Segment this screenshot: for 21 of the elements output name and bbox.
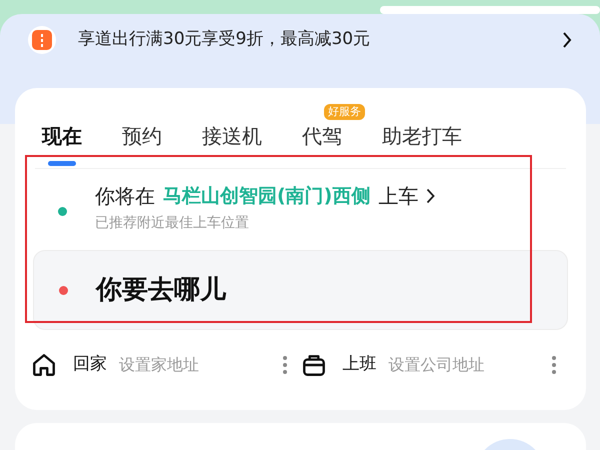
destination-placeholder: 你要去哪儿 (96, 274, 226, 306)
tab[interactable]: 代驾 (302, 122, 342, 150)
pickup-hint: 已推荐附近最佳上车位置 (95, 214, 250, 233)
chevron-right-icon[interactable] (562, 31, 572, 49)
tab-badge: 好服务 (324, 104, 365, 120)
chevron-right-icon[interactable] (426, 188, 436, 204)
more-icon[interactable] (552, 356, 556, 374)
tab[interactable]: 接送机 (202, 122, 262, 150)
tab[interactable]: 预约 (122, 122, 162, 150)
home-icon (31, 352, 57, 378)
shortcut-label[interactable]: 回家 (73, 352, 107, 378)
destination-field[interactable]: 你要去哪儿 (33, 250, 568, 330)
tab[interactable]: 助老打车 (382, 122, 462, 150)
tab[interactable]: 现在 (42, 122, 82, 150)
shortcut-label[interactable]: 上班 (342, 352, 376, 378)
more-icon[interactable] (282, 356, 286, 374)
promo-text[interactable]: 享道出行满30元享受9折，最高减30元 (78, 27, 562, 53)
tab-indicator (48, 161, 76, 166)
pickup-prefix: 你将在 (95, 183, 155, 210)
briefcase-icon (300, 352, 326, 378)
pickup-suffix: 上车 (378, 183, 418, 210)
